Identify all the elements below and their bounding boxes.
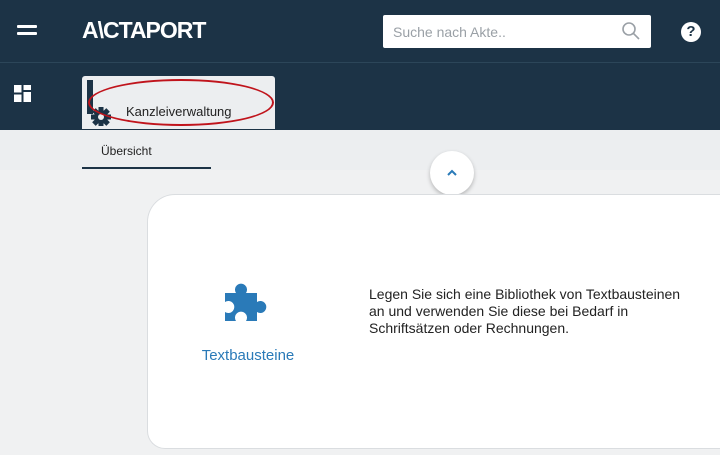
- collapse-button[interactable]: [430, 151, 474, 195]
- tab-uebersicht[interactable]: Übersicht: [82, 130, 211, 169]
- tab-kanzleiverwaltung[interactable]: Kanzleiverwaltung: [82, 76, 275, 129]
- gear-icon: [87, 80, 111, 126]
- tile-description: Legen Sie sich eine Bibliothek von Textb…: [369, 286, 681, 336]
- search-box[interactable]: [383, 15, 651, 48]
- top-bar: A\CTAPORT ?: [0, 0, 720, 62]
- search-input[interactable]: [383, 15, 611, 48]
- puzzle-icon: [225, 283, 267, 321]
- search-icon[interactable]: [621, 21, 641, 41]
- help-icon[interactable]: ?: [681, 22, 701, 42]
- feature-card: Textbausteine Legen Sie sich eine Biblio…: [147, 194, 720, 449]
- hamburger-icon[interactable]: [17, 25, 37, 37]
- tab-label: Kanzleiverwaltung: [126, 104, 232, 119]
- tile-label: Textbausteine: [201, 347, 295, 364]
- app-logo: A\CTAPORT: [82, 17, 206, 43]
- grid-icon[interactable]: [14, 85, 31, 102]
- chevron-up-icon: [447, 169, 457, 176]
- subtab-label: Übersicht: [101, 144, 152, 158]
- tile-textbausteine[interactable]: Textbausteine: [148, 195, 348, 450]
